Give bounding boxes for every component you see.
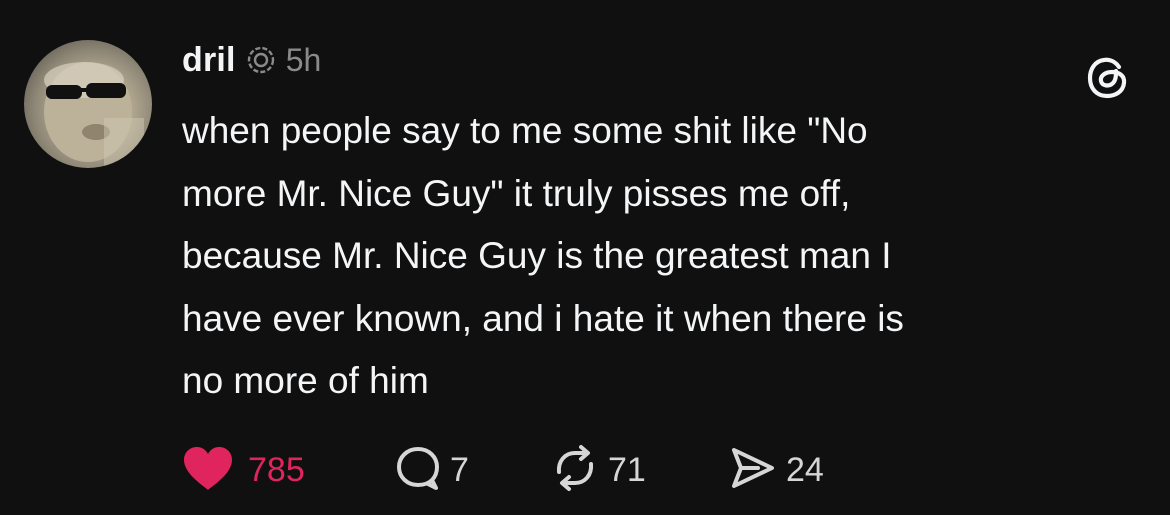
avatar[interactable] — [24, 40, 152, 168]
speech-bubble-icon — [394, 444, 442, 497]
repost-count: 71 — [608, 450, 646, 489]
share-count: 24 — [786, 450, 824, 489]
heart-filled-icon — [180, 444, 236, 497]
like-button[interactable]: 785 — [180, 440, 305, 500]
send-icon — [728, 444, 778, 497]
post-text: when people say to me some shit like "No… — [182, 100, 1142, 413]
repost-button[interactable]: 71 — [550, 440, 646, 500]
like-count: 785 — [248, 450, 305, 489]
post-header: dril 5h — [182, 38, 321, 82]
post-text-line: because Mr. Nice Guy is the greatest man… — [182, 235, 892, 276]
threads-logo-icon[interactable] — [1083, 53, 1133, 103]
reply-count: 7 — [450, 450, 469, 489]
repost-arrows-icon — [550, 444, 600, 497]
reply-button[interactable]: 7 — [394, 440, 469, 500]
timestamp: 5h — [285, 41, 322, 78]
post-text-line: no more of him — [182, 360, 429, 401]
share-button[interactable]: 24 — [728, 440, 824, 500]
post-text-line: when people say to me some shit like "No — [182, 110, 868, 151]
thread-post: dril 5h when people say to me some shit … — [0, 0, 1170, 515]
verified-badge-icon — [246, 45, 276, 75]
username[interactable]: dril — [182, 41, 236, 80]
post-text-line: have ever known, and i hate it when ther… — [182, 297, 904, 339]
post-text-line: more Mr. Nice Guy" it truly pisses me of… — [182, 172, 851, 214]
